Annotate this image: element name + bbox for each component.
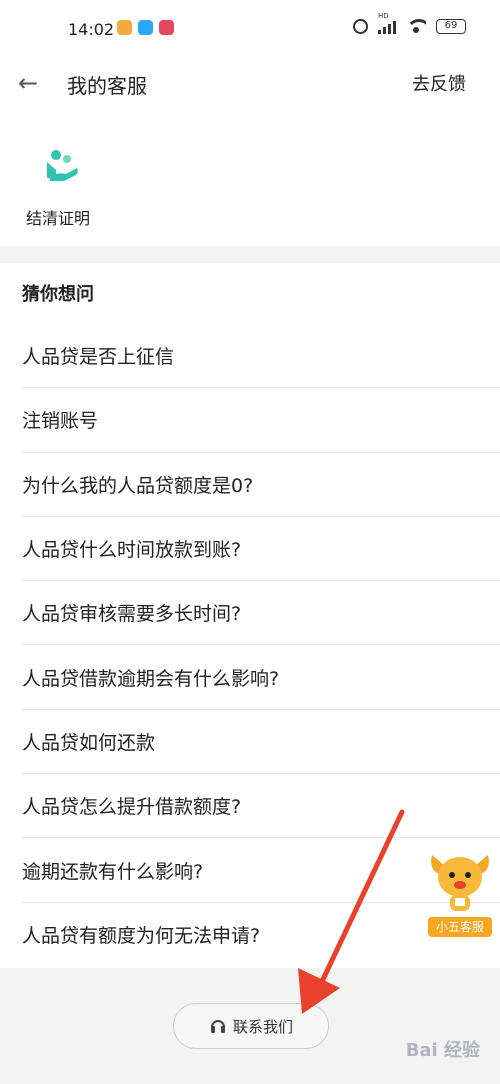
wifi-icon bbox=[406, 19, 426, 33]
shortcut-panel: 结清证明 bbox=[0, 108, 500, 246]
battery-indicator: 69 bbox=[436, 18, 466, 34]
feedback-button[interactable]: 去反馈 bbox=[412, 70, 466, 96]
faq-item[interactable]: 人品贷借款逾期会有什么影响? bbox=[22, 645, 500, 710]
faq-item[interactable]: 人品贷审核需要多长时间? bbox=[22, 581, 500, 646]
music-app-icon bbox=[159, 20, 174, 35]
chat-app-icon bbox=[138, 20, 153, 35]
faq-item[interactable]: 为什么我的人品贷额度是0? bbox=[22, 453, 500, 517]
wallet-app-icon bbox=[117, 20, 132, 35]
headset-icon bbox=[210, 1020, 225, 1033]
faq-item[interactable]: 人品贷什么时间放款到账? bbox=[22, 517, 500, 582]
faq-item[interactable]: 人品贷如何还款 bbox=[22, 710, 500, 775]
status-bar: 14:02 HD 69 bbox=[0, 0, 500, 60]
faq-item[interactable]: 人品贷怎么提升借款额度? bbox=[22, 774, 500, 839]
nav-bar: ← 我的客服 去反馈 bbox=[0, 60, 500, 108]
system-icons: HD 69 bbox=[353, 12, 466, 34]
signal-icon: HD bbox=[378, 12, 396, 34]
faq-item[interactable]: 注销账号 bbox=[22, 388, 500, 453]
customer-service-mascot[interactable]: 小五客服 bbox=[424, 845, 496, 937]
mascot-icon bbox=[431, 855, 489, 911]
contact-us-label: 联系我们 bbox=[232, 1017, 293, 1036]
mascot-label: 小五客服 bbox=[428, 917, 492, 937]
page-title: 我的客服 bbox=[67, 74, 147, 98]
alarm-icon bbox=[353, 18, 368, 34]
notification-icons bbox=[117, 20, 174, 35]
back-arrow-icon[interactable]: ← bbox=[18, 70, 44, 96]
status-time: 14:02 bbox=[68, 20, 115, 39]
baidu-watermark: Bai 经验 bbox=[405, 1040, 480, 1061]
faq-item[interactable]: 人品贷是否上征信 bbox=[22, 324, 500, 389]
hand-people-icon bbox=[47, 150, 78, 181]
faq-header: 猜你想问 bbox=[22, 284, 94, 305]
contact-us-button[interactable]: 联系我们 bbox=[173, 1003, 329, 1049]
shortcut-label: 结清证明 bbox=[26, 209, 91, 228]
